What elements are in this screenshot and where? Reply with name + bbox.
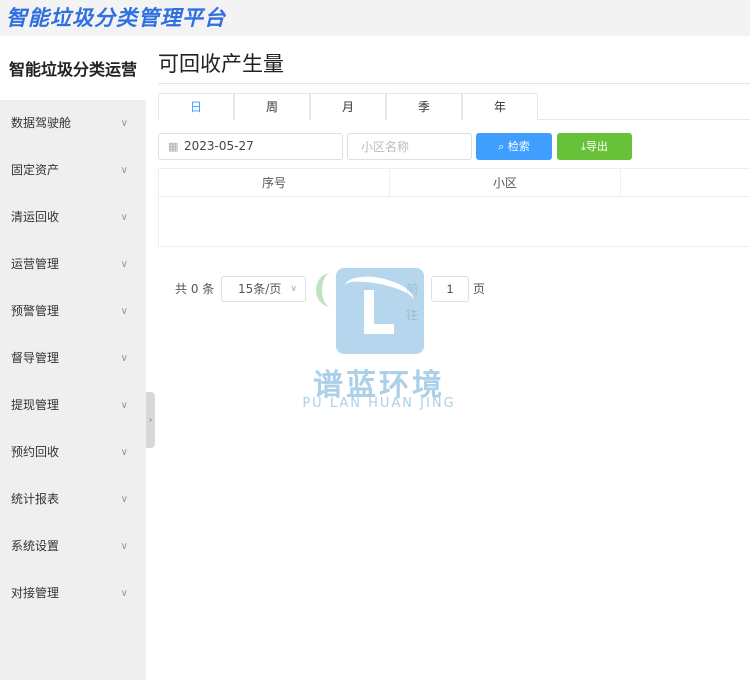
sidebar-item-label: 预警管理 (11, 304, 60, 318)
total-count: 共 0 条 (175, 282, 215, 296)
sidebar-item-label: 督导管理 (11, 351, 60, 365)
tab-year[interactable]: 年 (462, 93, 538, 120)
chevron-down-icon: ∨ (120, 400, 128, 411)
data-table: 序号 小区 住户 (158, 168, 750, 247)
sidebar-item-label: 提现管理 (11, 398, 60, 412)
title-divider (158, 83, 750, 84)
search-button[interactable]: ⌕ 检索 (476, 133, 552, 160)
table-header: 序号 小区 住户 (159, 169, 750, 197)
sidebar-item-label: 清运回收 (11, 210, 60, 224)
watermark-logo-icon (336, 268, 424, 354)
export-button[interactable]: ⤓导出 (557, 133, 632, 160)
tab-week[interactable]: 周 (234, 93, 310, 120)
chevron-down-icon: ∨ (120, 306, 128, 317)
sidebar-item-label: 统计报表 (11, 492, 60, 506)
sidebar-item-data-cockpit[interactable]: 数据驾驶舱 ∨ (0, 100, 146, 147)
community-name-input[interactable] (347, 133, 472, 160)
column-header-household[interactable]: 住户 (621, 169, 750, 197)
chevron-down-icon: ∨ (120, 118, 128, 129)
search-icon: ⌕ (498, 140, 508, 153)
search-button-label: 检索 (507, 140, 530, 153)
column-header-community[interactable]: 小区 (390, 169, 621, 197)
sidebar-item-withdrawals[interactable]: 提现管理 ∨ (0, 382, 146, 429)
column-header-index[interactable]: 序号 (159, 169, 390, 197)
sidebar-item-collection-recycling[interactable]: 清运回收 ∨ (0, 194, 146, 241)
sidebar-menu: 数据驾驶舱 ∨ 固定资产 ∨ 清运回收 ∨ 运营管理 ∨ 预警管理 ∨ 督导管理 ∨ 提现管… (0, 100, 146, 617)
chevron-down-icon: ∨ (120, 259, 128, 270)
sidebar-item-reports[interactable]: 统计报表 ∨ (0, 476, 146, 523)
sidebar-item-system-settings[interactable]: 系统设置 ∨ (0, 523, 146, 570)
sidebar-item-label: 系统设置 (11, 539, 60, 553)
watermark-english-text: PU LAN HUAN JING (302, 396, 456, 411)
tab-month[interactable]: 月 (310, 93, 386, 120)
chevron-down-icon: ∨ (120, 165, 128, 176)
sidebar: 智能垃圾分类运营 数据驾驶舱 ∨ 固定资产 ∨ 清运回收 ∨ 运营管理 ∨ 预警管理 ∨ … (0, 36, 146, 680)
sidebar-item-label: 预约回收 (11, 445, 60, 459)
sidebar-item-label: 运营管理 (11, 257, 60, 271)
sidebar-item-alerts[interactable]: 预警管理 ∨ (0, 288, 146, 335)
app-title: 智能垃圾分类管理平台 (6, 6, 226, 30)
tab-day[interactable]: 日 (158, 93, 234, 120)
sidebar-collapse-handle[interactable]: › (146, 392, 155, 448)
chevron-right-icon: › (148, 414, 153, 426)
sidebar-title: 智能垃圾分类运营 (0, 36, 146, 100)
watermark-l-glyph (364, 290, 394, 334)
sidebar-item-fixed-assets[interactable]: 固定资产 ∨ (0, 147, 146, 194)
chevron-down-icon: ∨ (120, 212, 128, 223)
calendar-icon: ▦ (168, 140, 179, 153)
chevron-down-icon: ∨ (120, 447, 128, 458)
chevron-down-icon: ∨ (120, 353, 128, 364)
export-button-label: 导出 (585, 140, 608, 153)
sidebar-item-label: 数据驾驶舱 (11, 116, 72, 130)
chevron-down-icon: ∨ (120, 494, 128, 505)
page-title: 可回收产生量 (158, 52, 284, 76)
page-size-value: 15条/页 (238, 282, 282, 296)
sidebar-item-booked-recycling[interactable]: 预约回收 ∨ (0, 429, 146, 476)
sidebar-item-label: 固定资产 (11, 163, 60, 177)
tab-quarter[interactable]: 季 (386, 93, 462, 120)
watermark: 谱蓝环境 PU LAN HUAN JING (294, 268, 464, 418)
date-value: 2023-05-27 (184, 139, 254, 153)
sidebar-item-operations[interactable]: 运营管理 ∨ (0, 241, 146, 288)
date-picker[interactable]: ▦ 2023-05-27 (158, 133, 343, 160)
sidebar-item-integration[interactable]: 对接管理 ∨ (0, 570, 146, 617)
page-unit-label: 页 (473, 282, 486, 296)
sidebar-item-supervision[interactable]: 督导管理 ∨ (0, 335, 146, 382)
chevron-down-icon: ∨ (120, 588, 128, 599)
chevron-down-icon: ∨ (120, 541, 128, 552)
period-tabs: 日 周 月 季 年 (158, 93, 750, 120)
sidebar-item-label: 对接管理 (11, 586, 60, 600)
top-bar: 智能垃圾分类管理平台 (0, 0, 750, 36)
